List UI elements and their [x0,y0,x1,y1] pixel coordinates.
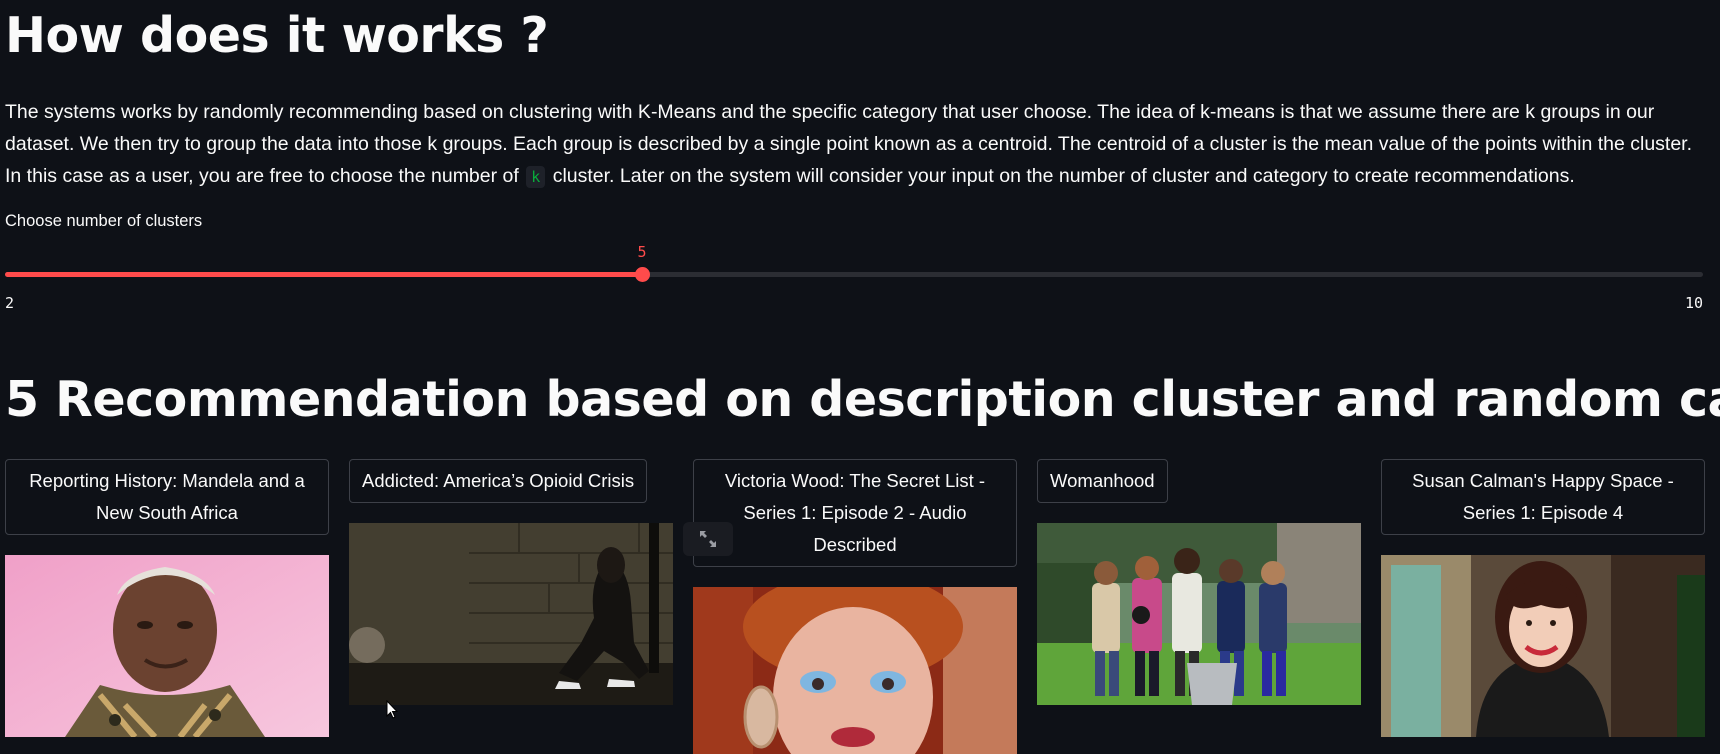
streamlit-page: How does it works ? The systems works by… [0,0,1720,754]
recommendation-title-button[interactable]: Reporting History: Mandela and a New Sou… [5,459,329,535]
recommendation-card: Addicted: America’s Opioid Crisis [349,459,673,705]
inline-code-k: k [526,166,546,188]
slider-thumb[interactable] [635,267,650,282]
slider-label: Choose number of clusters [5,212,203,230]
recommendation-card: Victoria Wood: The Secret List - Series … [693,459,1017,754]
fullscreen-expand-icon [700,531,716,547]
recommendation-card: Susan Calman's Happy Space - Series 1: E… [1381,459,1705,737]
nelson-mandela-portrait-image [5,555,329,737]
smiling-woman-portrait-image [1381,555,1705,737]
slider-fill [5,272,642,277]
slider-current-value: 5 [637,243,647,261]
fullscreen-expand-button[interactable] [683,522,733,556]
recommendation-title-button[interactable]: Susan Calman's Happy Space - Series 1: E… [1381,459,1705,535]
slider-max-label: 10 [1684,294,1703,312]
slider-min-label: 2 [5,294,15,312]
intro-paragraph: The systems works by randomly recommendi… [5,96,1710,192]
section-title-recommendations: 5 Recommendation based on description cl… [5,371,1720,428]
recommendation-title-button[interactable]: Addicted: America’s Opioid Crisis [349,459,648,503]
cluster-count-slider[interactable]: 5 [5,243,1703,282]
recommendation-title-button[interactable]: Victoria Wood: The Secret List - Series … [693,459,1017,567]
section-title-how-it-works: How does it works ? [5,7,549,64]
mouse-pointer-icon [386,700,398,719]
person-sitting-by-wall-image [349,523,673,705]
group-of-women-image [1037,523,1361,705]
comedy-character-closeup-image [693,587,1017,754]
recommendation-card: Reporting History: Mandela and a New Sou… [5,459,329,737]
intro-text-part2: cluster. Later on the system will consid… [552,165,1575,187]
recommendation-card: Womanhood [1037,459,1361,705]
recommendation-title-button[interactable]: Womanhood [1037,459,1168,503]
